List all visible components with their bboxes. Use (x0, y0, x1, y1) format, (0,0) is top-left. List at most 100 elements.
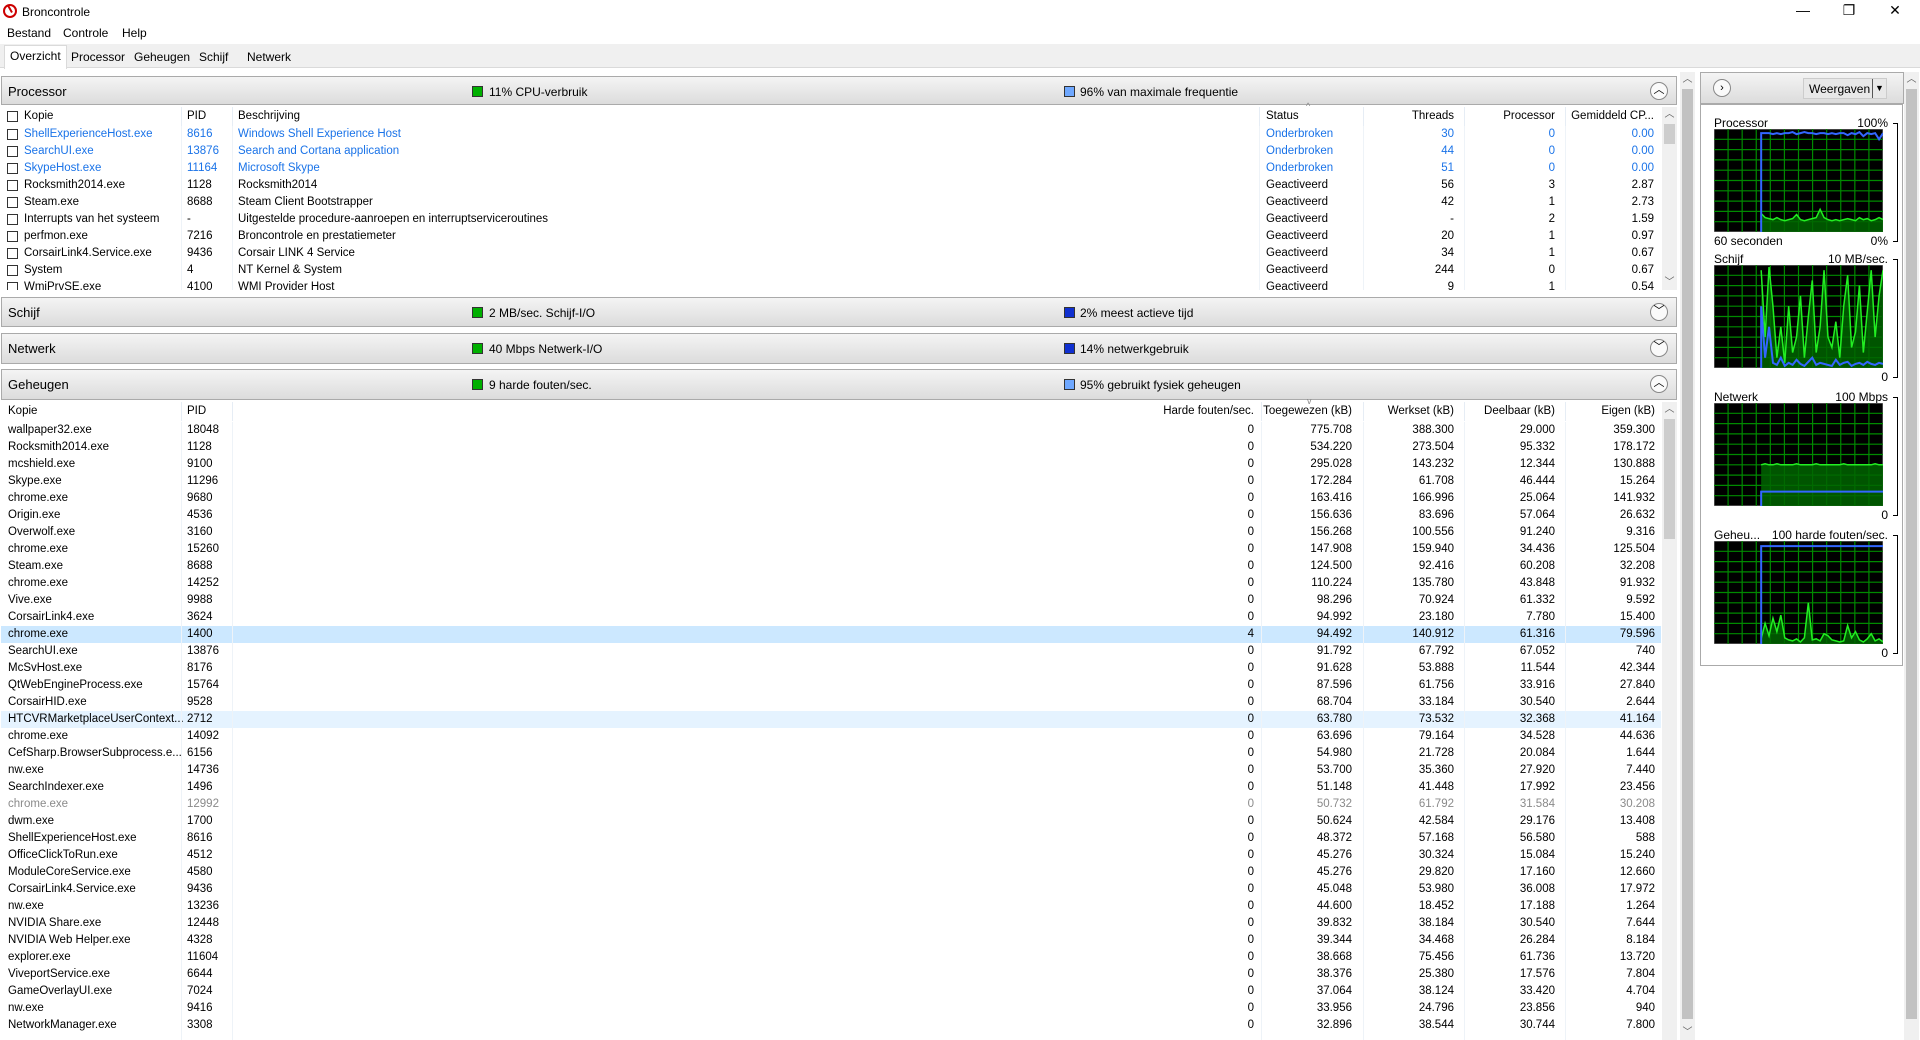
table-row[interactable]: explorer.exe 11604 0 38.668 75.456 61.736 13.7… (1, 949, 1661, 966)
column-header[interactable]: Processor (1503, 110, 1555, 122)
table-row[interactable]: System 4 NT Kernel & System Geactiveerd 244 0… (1, 262, 1661, 279)
table-row[interactable]: chrome.exe 15260 0 147.908 159.940 34.436 125.… (1, 541, 1661, 558)
table-row[interactable]: NetworkManager.exe 3308 0 32.896 38.544 30.74… (1, 1017, 1661, 1034)
column-header[interactable]: Status (1266, 110, 1299, 122)
scroll-up-icon[interactable]: ︿ (1680, 72, 1695, 87)
table-row[interactable]: chrome.exe 12992 0 50.732 61.792 31.584 30.208 (1, 796, 1661, 813)
table-row[interactable]: Steam.exe 8688 0 124.500 92.416 60.208 32.208 (1, 558, 1661, 575)
menu-help[interactable]: Help (122, 26, 147, 40)
table-row[interactable]: CorsairLink4.Service.exe 9436 Corsair LINK… (1, 245, 1661, 262)
expand-button[interactable]: ﹀ (1650, 339, 1668, 357)
row-checkbox[interactable] (7, 129, 18, 140)
column-divider[interactable] (1363, 107, 1364, 126)
scroll-thumb[interactable] (1682, 89, 1693, 1019)
scroll-down-icon[interactable]: ﹀ (1680, 1025, 1695, 1040)
table-row[interactable]: nw.exe 9416 0 33.956 24.796 23.856 940 (1, 1000, 1661, 1017)
close-button[interactable]: ✕ (1872, 0, 1918, 22)
column-header[interactable]: Threads (1412, 110, 1454, 122)
scroll-up-icon[interactable]: ︿ (1662, 107, 1677, 122)
processor-section-header[interactable]: Processor 11% CPU-verbruik 96% van maxim… (1, 76, 1677, 105)
table-row[interactable]: WmiPrvSE.exe 4100 WMI Provider Host Geactiv… (1, 279, 1661, 290)
tab-netwerk[interactable]: Netwerk (242, 47, 296, 68)
scroll-down-icon[interactable]: ﹀ (1662, 275, 1677, 290)
column-header[interactable]: Kopie (8, 405, 37, 417)
table-row[interactable]: wallpaper32.exe 18048 0 775.708 388.300 29.00… (1, 422, 1661, 439)
column-header[interactable]: Gemiddeld CP... (1571, 110, 1654, 122)
network-section-header[interactable]: Netwerk 40 Mbps Netwerk-I/O 14% netwerkg… (1, 333, 1677, 364)
tab-overzicht[interactable]: Overzicht (4, 45, 67, 69)
column-divider[interactable] (181, 107, 182, 126)
table-row[interactable]: ShellExperienceHost.exe 8616 0 48.372 57.168… (1, 830, 1661, 847)
table-row[interactable]: Rocksmith2014.exe 1128 Rocksmith2014 Geacti… (1, 177, 1661, 194)
column-header[interactable]: PID (187, 110, 206, 122)
table-row[interactable]: GameOverlayUI.exe 7024 0 37.064 38.124 33.420… (1, 983, 1661, 1000)
scroll-thumb[interactable] (1664, 124, 1675, 144)
scroll-thumb[interactable] (1664, 419, 1675, 539)
table-row[interactable]: CorsairLink4.Service.exe 9436 0 45.048 53.98… (1, 881, 1661, 898)
table-row[interactable]: McSvHost.exe 8176 0 91.628 53.888 11.544 42.34… (1, 660, 1661, 677)
column-divider[interactable] (1565, 107, 1566, 126)
tab-schijf[interactable]: Schijf (194, 47, 233, 68)
column-header[interactable]: Deelbaar (kB) (1484, 405, 1555, 417)
column-divider[interactable] (1261, 402, 1262, 421)
table-row[interactable]: ShellExperienceHost.exe 8616 Windows Shell… (1, 126, 1661, 143)
table-row[interactable]: chrome.exe 14092 0 63.696 79.164 34.528 44.636 (1, 728, 1661, 745)
row-checkbox[interactable] (7, 248, 18, 259)
table-row[interactable]: CefSharp.BrowserSubprocess.e... 6156 0 54.9… (1, 745, 1661, 762)
row-checkbox[interactable] (7, 197, 18, 208)
disk-section-header[interactable]: Schijf 2 MB/sec. Schijf-I/O 2% meest act… (1, 297, 1677, 327)
memory-section-header[interactable]: Geheugen 9 harde fouten/sec. 95% gebruik… (1, 369, 1677, 400)
table-row[interactable]: chrome.exe 9680 0 163.416 166.996 25.064 141.9… (1, 490, 1661, 507)
column-header[interactable]: PID (187, 405, 206, 417)
table-row[interactable]: Rocksmith2014.exe 1128 0 534.220 273.504 95.3… (1, 439, 1661, 456)
table-row[interactable]: Overwolf.exe 3160 0 156.268 100.556 91.240 9.3… (1, 524, 1661, 541)
views-dropdown[interactable]: Weergaven ▼ (1803, 78, 1887, 99)
column-header[interactable]: Harde fouten/sec. (1163, 405, 1254, 417)
hide-panel-button[interactable]: › (1713, 79, 1731, 97)
table-row[interactable]: Vive.exe 9988 0 98.296 70.924 61.332 9.592 (1, 592, 1661, 609)
table-row[interactable]: OfficeClickToRun.exe 4512 0 45.276 30.324 15.… (1, 847, 1661, 864)
table-row[interactable]: SearchUI.exe 13876 Search and Cortana appl… (1, 143, 1661, 160)
column-divider[interactable] (1259, 107, 1260, 126)
column-header[interactable]: Kopie (24, 110, 53, 122)
restore-button[interactable]: ❐ (1826, 0, 1872, 22)
column-header[interactable]: Toegewezen (kB) (1263, 405, 1352, 417)
table-row[interactable]: dwm.exe 1700 0 50.624 42.584 29.176 13.408 (1, 813, 1661, 830)
table-row[interactable]: ViveportService.exe 6644 0 38.376 25.380 17.5… (1, 966, 1661, 983)
table-row[interactable]: chrome.exe 14252 0 110.224 135.780 43.848 91.9… (1, 575, 1661, 592)
tab-geheugen[interactable]: Geheugen (129, 47, 195, 68)
scroll-up-icon[interactable]: ︿ (1662, 402, 1677, 417)
processor-scrollbar[interactable]: ︿ ﹀ (1662, 107, 1677, 290)
row-checkbox[interactable] (7, 265, 18, 276)
table-row[interactable]: SearchIndexer.exe 1496 0 51.148 41.448 17.992… (1, 779, 1661, 796)
main-scrollbar[interactable]: ︿ ﹀ (1680, 72, 1695, 1040)
expand-button[interactable]: ﹀ (1650, 303, 1668, 321)
table-row[interactable]: Skype.exe 11296 0 172.284 61.708 46.444 15.264 (1, 473, 1661, 490)
row-checkbox[interactable] (7, 146, 18, 157)
panel-scrollbar[interactable]: ︿ (1904, 72, 1919, 1040)
table-row[interactable]: CorsairHID.exe 9528 0 68.704 33.184 30.540 2.6… (1, 694, 1661, 711)
column-header[interactable]: Beschrijving (238, 110, 300, 122)
scroll-up-icon[interactable]: ︿ (1904, 72, 1919, 87)
table-row[interactable]: NVIDIA Web Helper.exe 4328 0 39.344 34.468 26… (1, 932, 1661, 949)
table-row[interactable]: CorsairLink4.exe 3624 0 94.992 23.180 7.780 15… (1, 609, 1661, 626)
table-row[interactable]: Interrupts van het systeem - Uitgestelde p… (1, 211, 1661, 228)
column-divider[interactable] (181, 402, 182, 421)
table-row[interactable]: HTCVRMarketplaceUserContext... 2712 0 63.78… (1, 711, 1661, 728)
column-header[interactable]: Werkset (kB) (1388, 405, 1454, 417)
row-checkbox[interactable] (7, 163, 18, 174)
column-divider[interactable] (232, 107, 233, 126)
table-row[interactable]: Steam.exe 8688 Steam Client Bootstrapper Ge… (1, 194, 1661, 211)
table-row[interactable]: nw.exe 14736 0 53.700 35.360 27.920 7.440 (1, 762, 1661, 779)
table-row[interactable]: Origin.exe 4536 0 156.636 83.696 57.064 26.632 (1, 507, 1661, 524)
memory-scrollbar[interactable]: ︿ (1662, 402, 1677, 1040)
table-row[interactable]: SearchUI.exe 13876 0 91.792 67.792 67.052 740 (1, 643, 1661, 660)
collapse-button[interactable]: ︿ (1650, 375, 1668, 393)
row-checkbox[interactable] (7, 231, 18, 242)
scroll-thumb[interactable] (1906, 89, 1917, 1019)
table-row[interactable]: mcshield.exe 9100 0 295.028 143.232 12.344 130… (1, 456, 1661, 473)
column-divider[interactable] (1363, 402, 1364, 421)
table-row[interactable]: perfmon.exe 7216 Broncontrole en prestatie… (1, 228, 1661, 245)
table-row[interactable]: SkypeHost.exe 11164 Microsoft Skype Onderbr… (1, 160, 1661, 177)
table-row[interactable]: chrome.exe 1400 4 94.492 140.912 61.316 79.596 (1, 626, 1661, 643)
